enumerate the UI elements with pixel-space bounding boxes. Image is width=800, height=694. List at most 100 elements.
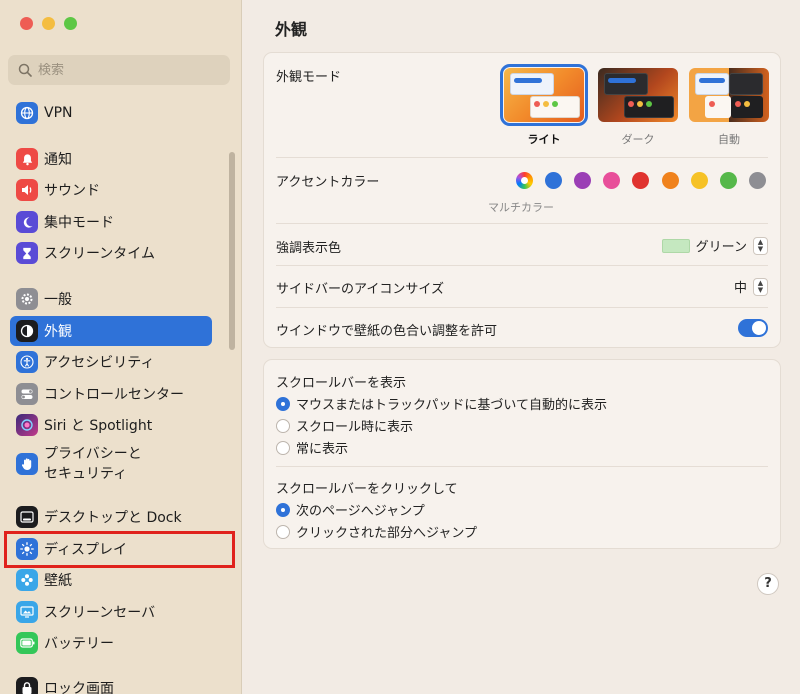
hand-icon (16, 453, 38, 475)
auto-preview-accent (699, 78, 725, 83)
sidebar-item-screensaver[interactable]: スクリーンセーバ (10, 597, 212, 627)
accent-green-swatch[interactable] (720, 172, 737, 189)
auto-preview-dot (709, 101, 715, 107)
scroll-show-always-option[interactable]: 常に表示 (276, 438, 348, 457)
chevron-updown-icon: ▲ ▼ (753, 277, 768, 296)
sidebar-icon-size-value: 中 (733, 281, 747, 296)
sidebar-item-label: ディスプレイ (44, 542, 128, 558)
sidebar-item-label: サウンド (44, 183, 100, 199)
row-divider (276, 265, 768, 266)
wallpaper-tint-toggle[interactable] (738, 319, 768, 337)
accessibility-icon (16, 351, 38, 373)
sidebar-item-battery[interactable]: バッテリー (10, 628, 212, 658)
radio-button[interactable] (276, 396, 290, 411)
sidebar-item-focus[interactable]: 集中モード (10, 207, 212, 237)
radio-label: クリックされた部分へジャンプ (296, 526, 477, 541)
highlight-color-chip (661, 238, 690, 253)
search-field[interactable] (8, 55, 230, 85)
appearance-light-label: ライト (527, 133, 561, 146)
radio-button[interactable] (276, 418, 290, 433)
auto-preview-window (695, 73, 729, 95)
appearance-settings-panel: 外観モード ライト ダーク 自動 アクセントカラー マルチカラー 強調表示色 グ… (263, 52, 781, 348)
search-input[interactable] (38, 62, 218, 78)
accent-color-label: アクセントカラー (276, 175, 380, 190)
flower-icon (16, 569, 38, 591)
dark-preview-window (624, 96, 674, 118)
dark-preview-window (604, 73, 648, 95)
toggles-icon (16, 383, 38, 405)
sidebar-item-control-center[interactable]: コントロールセンター (10, 379, 212, 409)
sidebar-item-appearance[interactable]: 外観 (10, 316, 212, 346)
zoom-window-button[interactable] (64, 17, 77, 30)
screensaver-icon (16, 601, 38, 623)
sidebar-scrollbar[interactable] (229, 152, 235, 350)
row-divider (276, 466, 768, 467)
auto-preview-dot (735, 101, 741, 107)
sidebar-item-wallpaper[interactable]: 壁紙 (10, 565, 212, 595)
scroll-show-label: スクロールバーを表示 (276, 376, 407, 391)
accent-red-swatch[interactable] (632, 172, 649, 189)
sidebar-icon-size-popup[interactable]: 中 ▲ ▼ (734, 277, 768, 296)
sidebar-item-label: VPN (44, 105, 73, 121)
scroll-show-when-scrolling-option[interactable]: スクロール時に表示 (276, 416, 413, 435)
close-window-button[interactable] (20, 17, 33, 30)
hourglass-icon (16, 242, 38, 264)
light-preview-dot (552, 101, 558, 107)
sidebar-item-label: 通知 (44, 152, 72, 168)
appearance-light-option[interactable] (500, 64, 588, 126)
battery-icon (16, 632, 38, 654)
sidebar-item-siri-spotlight[interactable]: Siri と Spotlight (10, 410, 212, 440)
appearance-auto-label: 自動 (718, 133, 740, 146)
sidebar-item-label: アクセシビリティ (44, 355, 155, 371)
sidebar-item-desktop-dock[interactable]: デスクトップと Dock (10, 502, 212, 532)
chevron-updown-icon: ▲ ▼ (753, 236, 768, 255)
radio-label: 常に表示 (296, 442, 349, 457)
radio-button[interactable] (276, 440, 290, 455)
sidebar-item-vpn[interactable]: VPN (10, 98, 212, 128)
light-preview-dot (543, 101, 549, 107)
sidebar-item-general[interactable]: 一般 (10, 284, 212, 314)
sidebar-item-label: 一般 (44, 292, 72, 308)
scrollbar-settings-panel: スクロールバーを表示 マウスまたはトラックパッドに基づいて自動的に表示 スクロー… (263, 359, 781, 549)
radio-button[interactable] (276, 524, 290, 539)
sidebar-item-screen-time[interactable]: スクリーンタイム (10, 238, 212, 268)
highlight-color-popup[interactable]: グリーン ▲ ▼ (661, 236, 768, 255)
scroll-click-next-page-option[interactable]: 次のページへジャンプ (276, 500, 425, 519)
accent-blue-swatch[interactable] (545, 172, 562, 189)
sidebar-item-label: プライバシーと セキュリティ (44, 446, 142, 482)
sidebar-item-display[interactable]: ディスプレイ (10, 534, 212, 564)
accent-purple-swatch[interactable] (574, 172, 591, 189)
sidebar-item-label: 壁紙 (44, 573, 72, 589)
accent-orange-swatch[interactable] (662, 172, 679, 189)
sun-icon (16, 538, 38, 560)
accent-selected-label: マルチカラー (488, 201, 554, 214)
search-icon (18, 63, 32, 77)
appearance-auto-option[interactable] (689, 68, 769, 122)
row-divider (276, 157, 768, 158)
accent-multicolor-swatch[interactable] (516, 172, 533, 189)
accent-pink-swatch[interactable] (603, 172, 620, 189)
sidebar-item-sound[interactable]: サウンド (10, 175, 212, 205)
row-divider (276, 307, 768, 308)
appearance-dark-label: ダーク (621, 133, 655, 146)
appearance-mode-label: 外観モード (276, 70, 342, 85)
light-preview-window (530, 96, 580, 118)
accent-graphite-swatch[interactable] (749, 172, 766, 189)
radio-label: マウスまたはトラックパッドに基づいて自動的に表示 (296, 398, 607, 413)
appearance-dark-option[interactable] (598, 68, 678, 122)
sidebar-item-lock-screen[interactable]: ロック画面 (10, 673, 212, 694)
scroll-show-auto-option[interactable]: マウスまたはトラックパッドに基づいて自動的に表示 (276, 394, 607, 413)
radio-button[interactable] (276, 502, 290, 517)
sidebar-item-accessibility[interactable]: アクセシビリティ (10, 347, 212, 377)
lock-icon (16, 677, 38, 694)
minimize-window-button[interactable] (42, 17, 55, 30)
scroll-click-spot-option[interactable]: クリックされた部分へジャンプ (276, 522, 477, 541)
accent-yellow-swatch[interactable] (691, 172, 708, 189)
help-button[interactable]: ? (757, 573, 779, 595)
auto-preview-dot (744, 101, 750, 107)
sidebar-item-label: デスクトップと Dock (44, 510, 182, 526)
dark-preview-dot (646, 101, 652, 107)
sidebar-item-privacy-security[interactable]: プライバシーと セキュリティ (10, 442, 212, 486)
sidebar-item-notifications[interactable]: 通知 (10, 144, 212, 174)
gear-icon (16, 288, 38, 310)
